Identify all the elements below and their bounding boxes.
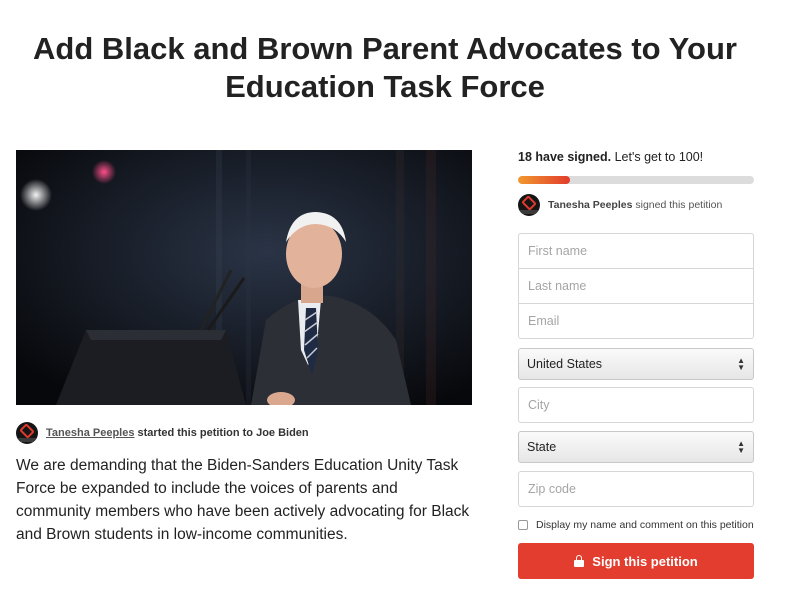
recent-signer-text: signed this petition (635, 199, 723, 211)
signature-count: 18 have signed. Let's get to 100! (518, 150, 754, 168)
petition-photo (16, 150, 472, 405)
signature-sidebar: 18 have signed. Let's get to 100! Tanesh… (518, 150, 754, 216)
sign-petition-form: United States ▲▼ State ▲▼ Display my nam… (518, 233, 754, 579)
starter-text: started this petition to Joe Biden (137, 427, 309, 439)
petition-starter: Tanesha Peeples started this petition to… (16, 421, 309, 445)
select-arrows-icon: ▲ ▼ (737, 356, 745, 372)
zip-code-input[interactable] (518, 471, 754, 507)
city-input[interactable] (518, 387, 754, 423)
first-name-input[interactable] (518, 233, 754, 269)
country-select-value: United States (527, 357, 603, 371)
petition-description: We are demanding that the Biden-Sanders … (16, 457, 470, 543)
signer-avatar (518, 194, 540, 216)
select-arrows-icon: ▲ ▼ (737, 439, 745, 455)
display-name-checkbox-label: Display my name and comment on this peti… (536, 519, 754, 531)
email-input[interactable] (518, 303, 754, 339)
state-select-value: State (527, 440, 557, 454)
display-name-checkbox-row[interactable]: Display my name and comment on this peti… (518, 519, 754, 531)
recent-signer-name: Tanesha Peeples (548, 199, 633, 211)
signature-progress-bar (518, 176, 754, 184)
country-select[interactable]: United States ▲ ▼ (518, 348, 754, 380)
state-select[interactable]: State ▲ ▼ (518, 431, 754, 463)
last-name-input[interactable] (518, 268, 754, 304)
starter-name-link[interactable]: Tanesha Peeples (46, 427, 134, 439)
recent-signer: Tanesha Peeples signed this petition (518, 194, 754, 216)
sign-petition-button[interactable]: Sign this petition (518, 543, 754, 579)
signed-goal: Let's get to 100! (614, 150, 704, 164)
starter-avatar (16, 422, 38, 444)
contact-fields-group (518, 233, 754, 339)
petition-title: Add Black and Brown Parent Advocates to … (33, 31, 737, 104)
sign-petition-label: Sign this petition (592, 553, 698, 569)
lock-icon (574, 555, 585, 567)
display-name-checkbox[interactable] (518, 520, 528, 530)
signature-progress-fill (518, 176, 570, 184)
signed-count: 18 have signed. (518, 150, 612, 164)
